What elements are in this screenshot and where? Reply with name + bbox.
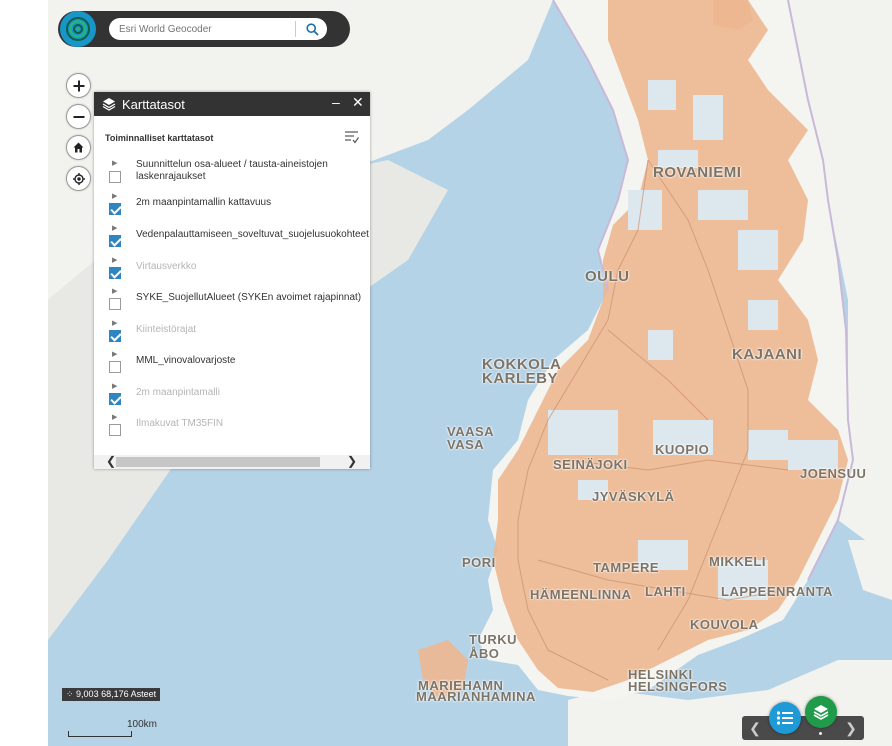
expand-arrow-icon[interactable]: ▶ xyxy=(112,256,117,264)
search-box xyxy=(109,18,327,40)
locate-icon xyxy=(72,172,85,185)
home-icon xyxy=(73,142,84,153)
city-label-tampere: TAMPERE xyxy=(593,560,660,575)
layers-icon xyxy=(813,705,829,720)
layer-label: Vedenpalauttamiseen_soveltuvat_suojelusu… xyxy=(136,229,369,240)
expand-arrow-icon[interactable]: ▶ xyxy=(112,350,117,358)
expand-arrow-icon[interactable]: ▶ xyxy=(112,224,117,232)
city-label-kouvola: KOUVOLA xyxy=(690,617,759,632)
layer-checkbox[interactable] xyxy=(109,424,121,436)
city-label-lahti: LAHTI xyxy=(645,584,686,599)
zoom-in-icon xyxy=(73,80,84,91)
layer-label: Suunnittelun osa-alueet / tausta-aineist… xyxy=(136,159,328,182)
layer-list-button[interactable] xyxy=(805,696,837,728)
layer-label: Ilmakuvat TM35FIN xyxy=(136,418,224,429)
city-label-lappeenranta: LAPPEENRANTA xyxy=(721,584,833,599)
layer-checkbox[interactable] xyxy=(109,361,121,373)
widget-dock: ❮ ❯ xyxy=(742,716,864,740)
layer-list-panel: Karttatasot – ✕ Toiminnalliset karttatas… xyxy=(94,92,370,469)
layer-checkbox[interactable] xyxy=(109,393,121,405)
city-label-karleby: KARLEBY xyxy=(482,370,559,387)
scroll-left-icon[interactable]: ❮ xyxy=(106,454,116,468)
panel-header: Karttatasot – ✕ xyxy=(94,92,370,116)
city-label-pori: PORI xyxy=(462,555,496,570)
city-label-mikkeli: MIKKELI xyxy=(709,554,766,569)
scroll-right-icon[interactable]: ❯ xyxy=(347,454,357,468)
home-button[interactable] xyxy=(66,135,91,160)
search-separator xyxy=(295,21,296,37)
zoom-out-icon xyxy=(73,115,84,118)
search-button[interactable] xyxy=(302,20,322,38)
layer-checkbox[interactable] xyxy=(109,235,121,247)
close-button[interactable]: ✕ xyxy=(352,94,364,111)
city-label-vasa: VASA xyxy=(447,437,485,452)
layer-label: Kiinteistörajat xyxy=(136,324,197,335)
layer-checkbox[interactable] xyxy=(109,203,121,215)
dock-prev-button[interactable]: ❮ xyxy=(746,719,764,737)
city-label-hameenlinna: HÄMEENLINNA xyxy=(530,587,632,602)
layers-icon xyxy=(102,98,116,111)
city-label-seinajoki: SEINÄJOKI xyxy=(553,457,628,472)
city-label-abo: ÅBO xyxy=(469,646,500,661)
city-label-oulu: OULU xyxy=(585,268,630,285)
app-logo-icon[interactable] xyxy=(60,11,96,47)
dock-indicator xyxy=(819,732,822,735)
scale-label: 100km xyxy=(127,719,158,730)
layer-options-icon[interactable] xyxy=(344,130,359,144)
city-label-maarianhamina: MAARIANHAMINA xyxy=(416,689,536,704)
scale-bar xyxy=(68,731,132,737)
expand-arrow-icon[interactable]: ▶ xyxy=(112,287,117,295)
city-label-kuopio: KUOPIO xyxy=(655,442,710,457)
layer-checkbox[interactable] xyxy=(109,330,121,342)
scrollbar-thumb[interactable] xyxy=(116,457,320,467)
panel-title: Karttatasot xyxy=(122,97,185,112)
city-label-joensuu: JOENSUU xyxy=(800,466,867,481)
city-label-kajaani: KAJAANI xyxy=(732,346,803,363)
expand-arrow-icon[interactable]: ▶ xyxy=(112,382,117,390)
zoom-out-button[interactable] xyxy=(66,104,91,129)
horizontal-scrollbar[interactable]: ❮ ❯ xyxy=(94,454,370,469)
layer-label: 2m maanpintamallin kattavuus xyxy=(136,197,272,208)
layer-checkbox[interactable] xyxy=(109,267,121,279)
panel-subtitle: Toiminnalliset karttatasot xyxy=(105,133,214,143)
layer-label: 2m maanpintamalli xyxy=(136,387,220,398)
layer-label: SYKE_SuojellutAlueet (SYKEn avoimet raja… xyxy=(136,292,362,303)
legend-button[interactable] xyxy=(769,702,801,734)
expand-arrow-icon[interactable]: ▶ xyxy=(112,319,117,327)
expand-arrow-icon[interactable]: ▶ xyxy=(112,159,117,167)
search-icon xyxy=(305,22,319,36)
locate-button[interactable] xyxy=(66,166,91,191)
coordinate-readout: ⁘ 9,003 68,176 Asteet xyxy=(62,688,161,701)
coordinate-text: 9,003 68,176 Asteet xyxy=(76,689,157,699)
layer-label: Virtausverkko xyxy=(136,261,197,272)
layer-checkbox[interactable] xyxy=(109,298,121,310)
legend-icon xyxy=(776,711,793,725)
coordinate-icon[interactable]: ⁘ xyxy=(66,689,76,699)
expand-arrow-icon[interactable]: ▶ xyxy=(112,413,117,421)
layer-checkbox[interactable] xyxy=(109,171,121,183)
city-label-helsingfors: HELSINGFORS xyxy=(628,679,728,694)
expand-arrow-icon[interactable]: ▶ xyxy=(112,192,117,200)
city-label-jyvaskyla: JYVÄSKYLÄ xyxy=(592,489,675,504)
minimize-button[interactable]: – xyxy=(332,94,340,110)
layer-label: MML_vinovalovarjoste xyxy=(136,355,236,366)
city-label-turku: TURKU xyxy=(469,632,517,647)
search-input[interactable] xyxy=(119,20,291,38)
dock-next-button[interactable]: ❯ xyxy=(842,719,860,737)
zoom-in-button[interactable] xyxy=(66,73,91,98)
city-label-rovaniemi: ROVANIEMI xyxy=(653,164,742,181)
